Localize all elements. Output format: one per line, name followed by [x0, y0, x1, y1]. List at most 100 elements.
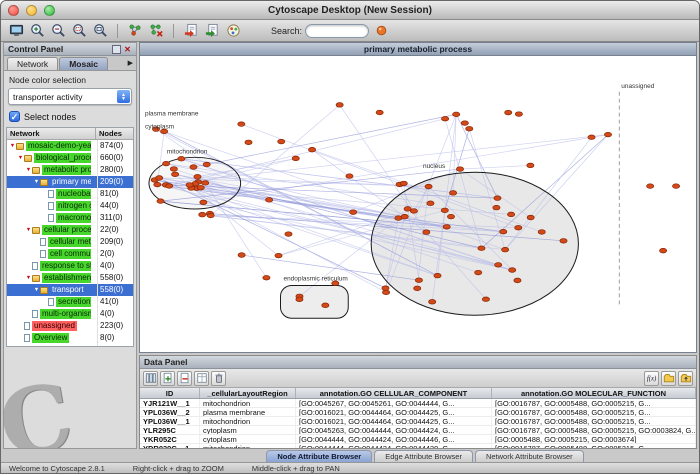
- network-column-header[interactable]: Network: [7, 128, 96, 139]
- tree-expand-icon[interactable]: ▼: [25, 227, 32, 233]
- table-cell: mitochondrion: [200, 417, 296, 425]
- tree-item[interactable]: nucleobase, nu81(0): [7, 188, 133, 200]
- zoom-fit-icon[interactable]: [91, 22, 109, 40]
- import-attributes-icon[interactable]: [203, 22, 221, 40]
- zoom-in-icon[interactable]: [28, 22, 46, 40]
- minimize-window-button[interactable]: [26, 5, 37, 16]
- table-row[interactable]: YPL036W__1mitochondrion[GO:0016021, GO:0…: [140, 417, 696, 426]
- column-header[interactable]: annotation.GO MOLECULAR_FUNCTION: [492, 388, 696, 398]
- select-nodes-checkbox[interactable]: ✓: [9, 111, 20, 122]
- node-color-dropdown[interactable]: transporter activity ▲▼: [8, 88, 132, 105]
- tree-expand-icon[interactable]: ▼: [17, 155, 24, 161]
- network-canvas-container: plasma membranecytoplasmmitochondrionnuc…: [140, 56, 696, 352]
- tree-item[interactable]: nitrogen compo44(0): [7, 200, 133, 212]
- network-graph[interactable]: plasma membranecytoplasmmitochondrionnuc…: [140, 56, 696, 352]
- tab-node-attribute-browser[interactable]: Node Attribute Browser: [266, 450, 372, 462]
- tree-item[interactable]: unassigned223(0): [7, 320, 133, 332]
- table-cell: mitochondrion: [200, 399, 296, 407]
- zoom-selected-region-icon[interactable]: [70, 22, 88, 40]
- function-builder-icon[interactable]: f(x): [644, 371, 659, 386]
- column-header[interactable]: annotation.GO CELLULAR_COMPONENT: [296, 388, 492, 398]
- nodes-column-header[interactable]: Nodes: [96, 128, 133, 139]
- zoom-window-button[interactable]: [44, 5, 55, 16]
- attribute-batch-icon[interactable]: [194, 371, 209, 386]
- control-panel-titlebar[interactable]: Control Panel ✕: [4, 43, 136, 56]
- network-file-icon: [24, 334, 30, 342]
- import-network-icon[interactable]: [182, 22, 200, 40]
- vizmapper-icon[interactable]: [224, 22, 242, 40]
- create-attribute-icon[interactable]: [160, 371, 175, 386]
- float-panel-icon[interactable]: [112, 45, 121, 54]
- tree-item[interactable]: cell communica2(0): [7, 248, 133, 260]
- tree-header: Network Nodes: [7, 128, 133, 140]
- table-row[interactable]: YPL036W__2plasma membrane[GO:0016021, GO…: [140, 408, 696, 417]
- tree-item[interactable]: cellular metabo209(0): [7, 236, 133, 248]
- close-panel-icon[interactable]: ✕: [123, 45, 132, 54]
- desktop-icon[interactable]: [7, 22, 25, 40]
- tree-item[interactable]: multi-organism pro4(0): [7, 308, 133, 320]
- region-label: cytoplasm: [145, 124, 174, 131]
- tree-item[interactable]: ▼biological_process660(0): [7, 152, 133, 164]
- data-panel-titlebar[interactable]: Data Panel: [140, 356, 696, 369]
- tree-item-count: 660(0): [100, 152, 133, 164]
- tree-item[interactable]: ▼primary metabo209(0): [7, 176, 133, 188]
- table-row[interactable]: YKR052Ccytoplasm[GO:0044444, GO:0044424,…: [140, 435, 696, 444]
- tree-expand-icon[interactable]: ▼: [25, 167, 32, 173]
- tree-item[interactable]: secretion41(0): [7, 296, 133, 308]
- data-panel-title: Data Panel: [144, 357, 187, 367]
- close-window-button[interactable]: [8, 5, 19, 16]
- tree-item[interactable]: response to stimu4(0): [7, 260, 133, 272]
- delete-attribute-icon[interactable]: [177, 371, 192, 386]
- tree-expand-icon[interactable]: ▼: [33, 287, 40, 293]
- destroy-network-icon[interactable]: [147, 22, 165, 40]
- tab-mosaic[interactable]: Mosaic: [59, 57, 108, 70]
- export-table-icon[interactable]: [678, 371, 693, 386]
- zoom-out-icon[interactable]: [49, 22, 67, 40]
- table-row[interactable]: YJR121W__1mitochondrion[GO:0045267, GO:0…: [140, 399, 696, 408]
- folder-icon: [32, 275, 40, 282]
- tree-item[interactable]: macromolecule311(0): [7, 212, 133, 224]
- tab-scroll-right-icon[interactable]: ▶: [128, 59, 133, 67]
- search-options-icon[interactable]: [372, 22, 390, 40]
- network-file-icon: [48, 298, 54, 306]
- tree-item-label: macromolecule: [56, 213, 91, 223]
- region-label: unassigned: [621, 83, 654, 90]
- folder-icon: [16, 143, 24, 150]
- select-attributes-icon[interactable]: [143, 371, 158, 386]
- trash-icon[interactable]: [211, 371, 226, 386]
- tree-expand-icon[interactable]: ▼: [9, 143, 16, 149]
- tree-item[interactable]: ▼establishment of lo558(0): [7, 272, 133, 284]
- table-cell: mitochondrion: [200, 444, 296, 448]
- search-input[interactable]: [305, 24, 369, 38]
- network-overview-icon[interactable]: [126, 22, 144, 40]
- table-row[interactable]: YLR295Ccytoplasm[GO:0045263, GO:0044444,…: [140, 426, 696, 435]
- tab-network[interactable]: Network: [7, 57, 58, 70]
- network-file-icon: [32, 310, 38, 318]
- tab-edge-attribute-browser[interactable]: Edge Attribute Browser: [374, 450, 473, 462]
- tree-item-label: unassigned: [32, 321, 77, 331]
- tree-item[interactable]: ▼mosaic-demo-yeast874(0): [7, 140, 133, 152]
- tree-expand-icon[interactable]: ▼: [33, 179, 40, 185]
- table-cell: cytoplasm: [200, 435, 296, 443]
- tree-item[interactable]: ▼transport558(0): [7, 284, 133, 296]
- import-table-icon[interactable]: [661, 371, 676, 386]
- network-view-titlebar[interactable]: primary metabolic process: [140, 43, 696, 56]
- tab-network-attribute-browser[interactable]: Network Attribute Browser: [475, 450, 584, 462]
- column-header[interactable]: ID: [140, 388, 200, 398]
- tree-item[interactable]: Overview8(0): [7, 332, 133, 344]
- cytoscape-logo-watermark: C: [4, 347, 136, 448]
- column-header[interactable]: _cellularLayoutRegion: [200, 388, 296, 398]
- tree-item[interactable]: ▼cellular process22(0): [7, 224, 133, 236]
- welcome-status: Welcome to Cytoscape 2.8.1: [9, 464, 105, 473]
- window-titlebar[interactable]: Cytoscape Desktop (New Session): [1, 1, 699, 20]
- tree-item-label: secretion: [56, 297, 91, 307]
- folder-icon: [40, 179, 48, 186]
- tree-expand-icon[interactable]: ▼: [25, 275, 32, 281]
- svg-text:f(x): f(x): [646, 376, 656, 383]
- toolbar-separator: [117, 24, 118, 38]
- tree-item-count: 209(0): [100, 176, 133, 188]
- table-row[interactable]: YDR039C__1mitochondrion[GO:0044444, GO:0…: [140, 444, 696, 448]
- region-label: nucleus: [423, 163, 445, 170]
- table-cell: [GO:0016787, GO:0005488, GO:0005215, G..…: [492, 417, 696, 425]
- tree-item[interactable]: ▼metabolic process280(0): [7, 164, 133, 176]
